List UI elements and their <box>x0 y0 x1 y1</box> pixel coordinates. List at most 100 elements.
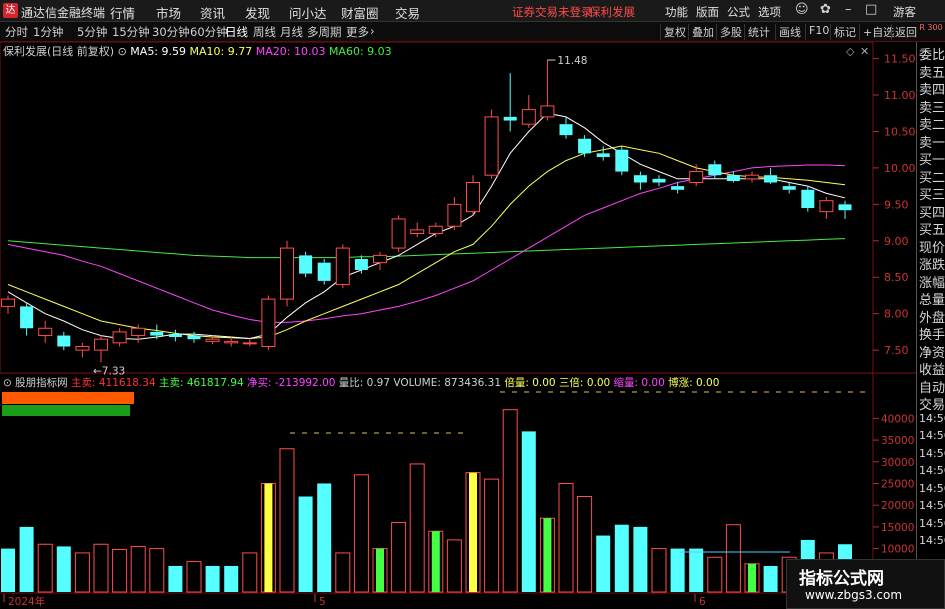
candle[interactable] <box>428 222 443 238</box>
candle[interactable] <box>373 251 387 270</box>
menu-formula[interactable]: 公式 <box>727 4 750 20</box>
candle[interactable] <box>57 331 71 351</box>
side-panel-item[interactable]: 卖一 <box>919 132 945 151</box>
side-panel-item[interactable]: 买四 <box>919 202 945 221</box>
side-panel-item[interactable]: 净资 <box>919 342 945 361</box>
candle[interactable] <box>410 222 425 238</box>
side-panel-item[interactable]: 14:56 <box>919 429 945 442</box>
menu-item-news[interactable]: 资讯 <box>200 3 225 22</box>
skin-icon[interactable]: ✿ <box>820 2 831 17</box>
candle[interactable] <box>38 320 53 343</box>
candle[interactable] <box>540 60 555 121</box>
candle[interactable] <box>726 171 740 183</box>
candle[interactable] <box>596 146 610 161</box>
tab-daily[interactable]: 日线 <box>225 24 248 40</box>
chart-area[interactable]: 11.50 11.00 10.50 10.00 9.50 9.00 8.50 8.00 7.50… <box>0 42 916 609</box>
candle[interactable] <box>224 337 239 347</box>
more-chevron-icon[interactable]: › <box>370 24 375 38</box>
side-panel-item[interactable]: 14:56 <box>919 412 945 425</box>
adjust-button[interactable]: 复权 <box>660 24 689 40</box>
candle[interactable] <box>559 116 573 139</box>
back-button[interactable]: 返回 <box>891 24 920 40</box>
candle[interactable] <box>1 295 15 314</box>
candle[interactable] <box>689 164 704 187</box>
tab-more[interactable]: 更多 <box>346 24 369 40</box>
menu-options[interactable]: 选项 <box>758 4 781 20</box>
tab-monthly[interactable]: 月线 <box>280 24 303 40</box>
side-panel-item[interactable]: 卖二 <box>919 114 945 133</box>
side-panel-item[interactable]: 委比 <box>919 44 945 63</box>
candle[interactable] <box>242 338 257 347</box>
overlay-button[interactable]: 叠加 <box>688 24 717 40</box>
candle[interactable] <box>745 171 759 183</box>
candle[interactable] <box>652 175 666 187</box>
candle[interactable] <box>187 331 201 343</box>
candle[interactable] <box>75 342 90 358</box>
tab-weekly[interactable]: 周线 <box>253 24 276 40</box>
draw-line-button[interactable]: 画线 <box>775 24 804 40</box>
candle[interactable] <box>168 329 182 342</box>
side-panel-item[interactable]: 14:56 <box>919 534 945 547</box>
candle[interactable] <box>299 251 313 278</box>
menu-item-quotes[interactable]: 行情 <box>110 3 135 22</box>
candle[interactable] <box>578 135 592 157</box>
side-panel-item[interactable]: 买一 <box>919 149 945 168</box>
side-panel-item[interactable]: 买五 <box>919 219 945 238</box>
candle[interactable] <box>317 259 331 285</box>
candle[interactable] <box>819 197 834 219</box>
menu-item-discover[interactable]: 发现 <box>245 3 270 22</box>
candle[interactable] <box>764 167 778 184</box>
side-panel-item[interactable]: 买二 <box>919 167 945 186</box>
menu-item-wealth[interactable]: 财富圈 <box>341 3 379 22</box>
side-panel-item[interactable]: 自动 <box>919 377 945 396</box>
side-panel-item[interactable]: 涨幅 <box>919 272 945 291</box>
tab-60min[interactable]: 60分钟 <box>190 24 228 40</box>
side-panel-item[interactable]: 换手 <box>919 324 945 343</box>
candle[interactable] <box>633 171 647 190</box>
side-panel-item[interactable]: 收益 <box>919 359 945 378</box>
side-panel-item[interactable]: 外盘 <box>919 307 945 326</box>
tab-5min[interactable]: 5分钟 <box>77 24 107 40</box>
side-panel-item[interactable]: 卖四 <box>919 79 945 98</box>
candle[interactable] <box>503 73 517 132</box>
side-panel-item[interactable]: 14:56 <box>919 447 945 460</box>
candle[interactable] <box>447 197 462 230</box>
side-panel-item[interactable]: 14:56 <box>919 517 945 530</box>
menu-layout[interactable]: 版面 <box>696 4 719 20</box>
tab-multi-period[interactable]: 多周期 <box>307 24 342 40</box>
candle[interactable] <box>466 175 480 216</box>
side-panel-item[interactable]: 买三 <box>919 184 945 203</box>
candle[interactable] <box>391 215 406 252</box>
candle[interactable] <box>615 146 629 176</box>
candle[interactable] <box>20 302 34 336</box>
close-icon[interactable]: ✕ <box>860 45 869 58</box>
side-panel-item[interactable]: 14:56 <box>919 499 945 512</box>
side-panel-item[interactable]: 卖五 <box>919 62 945 81</box>
candle[interactable] <box>335 244 350 289</box>
candle[interactable] <box>782 182 796 194</box>
side-panel-item[interactable]: 总量 <box>919 289 945 308</box>
feedback-icon[interactable]: ☺ <box>795 2 809 17</box>
login-notice[interactable]: 证券交易未登录 <box>512 4 593 20</box>
side-panel-item[interactable]: 14:56 <box>919 482 945 495</box>
candle[interactable] <box>838 200 852 219</box>
f10-button[interactable]: F10 <box>805 24 832 40</box>
menu-function[interactable]: 功能 <box>665 4 688 20</box>
side-panel-item[interactable]: 涨跌 <box>919 254 945 273</box>
candle[interactable] <box>261 295 276 351</box>
settings-icon[interactable]: ◇ <box>846 45 855 58</box>
menu-item-ask[interactable]: 问小达 <box>289 3 327 22</box>
side-panel-item[interactable]: 卖三 <box>919 97 945 116</box>
candle[interactable] <box>280 240 294 307</box>
candle[interactable] <box>150 324 164 340</box>
minimize-icon[interactable]: – <box>845 2 852 17</box>
candle[interactable] <box>521 95 536 128</box>
candle[interactable] <box>484 109 499 179</box>
menu-item-market[interactable]: 市场 <box>156 3 181 22</box>
menu-item-trade[interactable]: 交易 <box>395 3 420 22</box>
side-panel-item[interactable]: 14:56 <box>919 464 945 477</box>
tab-15min[interactable]: 15分钟 <box>112 24 150 40</box>
multi-stock-button[interactable]: 多股 <box>716 24 745 40</box>
tab-1min[interactable]: 1分钟 <box>33 24 63 40</box>
candle[interactable] <box>801 186 815 212</box>
